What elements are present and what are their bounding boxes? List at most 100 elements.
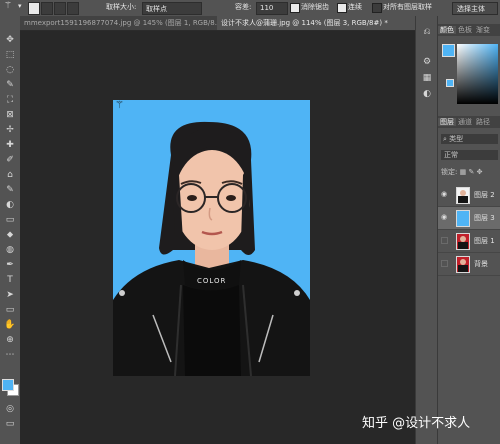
magic-wand-tool-icon[interactable]: ✎ <box>3 79 17 91</box>
antialias-checkbox[interactable] <box>290 3 300 13</box>
panel-foreground-swatch[interactable] <box>442 44 455 57</box>
layer-name: 图层 2 <box>474 191 495 199</box>
tab-swatches[interactable]: 色板 <box>456 26 474 34</box>
subtract-selection-mode-button[interactable] <box>54 2 66 15</box>
layer-name: 背景 <box>474 260 488 268</box>
select-subject-label: 选择主体 <box>457 5 485 13</box>
new-selection-mode-button[interactable] <box>28 2 40 15</box>
frame-tool-icon[interactable]: ⊠ <box>3 109 17 121</box>
sample-size-select[interactable]: 取样点 <box>142 2 202 15</box>
properties-panel-icon[interactable]: ◐ <box>420 88 434 100</box>
visibility-eye-icon[interactable]: ◉ <box>441 191 448 198</box>
move-tool-icon[interactable]: ✥ <box>3 34 17 46</box>
document-canvas[interactable]: COLOR <box>113 100 310 376</box>
layer-filter-select[interactable]: ⌕ 类型 <box>441 134 498 144</box>
lock-position-icon[interactable]: ✥ <box>477 168 483 176</box>
tab-layers[interactable]: 图层 <box>438 118 456 126</box>
clone-stamp-tool-icon[interactable]: ⌂ <box>3 169 17 181</box>
brush-tool-icon[interactable]: ✐ <box>3 154 17 166</box>
zoom-tool-icon[interactable]: ⊕ <box>3 334 17 346</box>
rectangle-tool-icon[interactable]: ▭ <box>3 304 17 316</box>
pen-tool-icon[interactable]: ✒ <box>3 259 17 271</box>
layer-filter-value: 类型 <box>449 135 464 143</box>
dodge-tool-icon[interactable]: ◍ <box>3 244 17 256</box>
color-panel-tabs: 颜色 色板 渐变 <box>438 24 500 36</box>
right-panels: 颜色 色板 渐变 图层 通道 路径 ⌕ 类型 正常 锁定: ▦ ✎ ✥ ◉ 图层 2 ◉… <box>437 16 500 444</box>
foreground-color-swatch[interactable] <box>2 379 14 391</box>
layer-row-background[interactable]: 背景 <box>438 253 500 276</box>
magic-wand-tool-icon[interactable]: ⚚ <box>4 1 12 11</box>
history-panel-icon[interactable]: ⎌ <box>420 26 434 38</box>
document-tab-bar: mmexport1591196877074.jpg @ 145% (图层 1, … <box>20 16 415 31</box>
eyedropper-tool-icon[interactable]: ✢ <box>3 124 17 136</box>
blur-tool-icon[interactable]: ⬥ <box>3 229 17 241</box>
path-selection-tool-icon[interactable]: ➤ <box>3 289 17 301</box>
layer-thumbnail <box>456 210 470 227</box>
magic-wand-cursor-icon: ⚚ <box>115 100 124 111</box>
lock-row: 锁定: ▦ ✎ ✥ <box>441 167 482 177</box>
hand-tool-icon[interactable]: ✋ <box>3 319 17 331</box>
adjustments-panel-icon[interactable]: ⚙ <box>420 56 434 68</box>
quick-mask-icon[interactable]: ◎ <box>3 403 17 415</box>
contiguous-checkbox[interactable] <box>337 3 347 13</box>
visibility-toggle-empty[interactable] <box>441 260 448 267</box>
sample-size-value: 取样点 <box>146 5 167 13</box>
blend-mode-value: 正常 <box>444 151 458 159</box>
antialias-label: 消除锯齿 <box>301 3 329 11</box>
lock-transparent-icon[interactable]: ▦ <box>460 168 467 176</box>
layer-row-1[interactable]: 图层 1 <box>438 230 500 253</box>
layers-panel-tabs: 图层 通道 路径 <box>438 116 500 128</box>
contiguous-label: 连续 <box>348 3 362 11</box>
marquee-tool-icon[interactable]: ⬚ <box>3 49 17 61</box>
panel-background-swatch[interactable] <box>446 79 454 87</box>
tab-channels[interactable]: 通道 <box>456 118 474 126</box>
portrait-photo <box>113 100 310 376</box>
watermark-text: 知乎 @设计不求人 <box>362 416 471 431</box>
tab-paths[interactable]: 路径 <box>474 118 492 126</box>
sample-size-label: 取样大小: <box>106 3 137 11</box>
intersect-selection-mode-button[interactable] <box>67 2 79 15</box>
healing-brush-tool-icon[interactable]: ✚ <box>3 139 17 151</box>
layer-name: 图层 1 <box>474 237 495 245</box>
tab-gradients[interactable]: 渐变 <box>474 26 492 34</box>
tab-document-1-label: mmexport1591196877074.jpg @ 145% (图层 1, … <box>24 19 223 27</box>
tool-preset-dropdown[interactable]: ▾ <box>18 2 22 10</box>
layer-thumbnail <box>456 233 470 250</box>
search-icon: ⌕ <box>443 135 447 143</box>
lock-label: 锁定: <box>441 168 458 176</box>
screen-mode-icon[interactable]: ▭ <box>3 418 17 430</box>
history-brush-tool-icon[interactable]: ✎ <box>3 184 17 196</box>
add-selection-mode-button[interactable] <box>41 2 53 15</box>
all-layers-checkbox[interactable] <box>372 3 382 13</box>
edit-toolbar-icon[interactable]: ⋯ <box>3 349 17 361</box>
layer-row-2[interactable]: ◉ 图层 2 <box>438 184 500 207</box>
tab-document-1[interactable]: mmexport1591196877074.jpg @ 145% (图层 1, … <box>20 16 223 30</box>
tolerance-value: 110 <box>260 4 274 12</box>
layer-name: 图层 3 <box>474 214 495 222</box>
gradient-tool-icon[interactable]: ▭ <box>3 214 17 226</box>
tab-document-2-label: 设计不求人@蒲珊.jpg @ 114% (图层 3, RGB/8#) * <box>221 19 388 27</box>
layer-thumbnail <box>456 256 470 273</box>
layer-thumbnail <box>456 187 470 204</box>
layer-row-3[interactable]: ◉ 图层 3 <box>438 207 500 230</box>
tools-panel: ✥ ⬚ ◌ ✎ ⛶ ⊠ ✢ ✚ ✐ ⌂ ✎ ◐ ▭ ⬥ ◍ ✒ T ➤ ▭ ✋ … <box>0 16 21 444</box>
tab-color[interactable]: 颜色 <box>438 26 456 34</box>
type-tool-icon[interactable]: T <box>3 274 17 286</box>
shirt-print-text: COLOR <box>197 277 227 285</box>
color-panel-icon[interactable]: ▦ <box>420 72 434 84</box>
visibility-toggle-empty[interactable] <box>441 237 448 244</box>
tab-document-2[interactable]: 设计不求人@蒲珊.jpg @ 114% (图层 3, RGB/8#) * <box>217 16 415 30</box>
lock-pixels-icon[interactable]: ✎ <box>468 168 474 176</box>
color-picker-field[interactable] <box>457 44 498 104</box>
select-subject-button[interactable]: 选择主体 <box>452 2 498 15</box>
tolerance-input[interactable]: 110 <box>256 2 288 15</box>
visibility-eye-icon[interactable]: ◉ <box>441 214 448 221</box>
panel-dock: ⎌ ⚙ ▦ ◐ <box>415 16 438 444</box>
options-bar: ⚚ ▾ 取样大小: 取样点 容差: 110 消除锯齿 连续 对所有图层取样 选择… <box>0 0 500 17</box>
tolerance-label: 容差: <box>235 3 252 11</box>
crop-tool-icon[interactable]: ⛶ <box>3 94 17 106</box>
blend-mode-select[interactable]: 正常 <box>441 150 498 160</box>
lasso-tool-icon[interactable]: ◌ <box>3 64 17 76</box>
eraser-tool-icon[interactable]: ◐ <box>3 199 17 211</box>
all-layers-label: 对所有图层取样 <box>383 3 432 11</box>
